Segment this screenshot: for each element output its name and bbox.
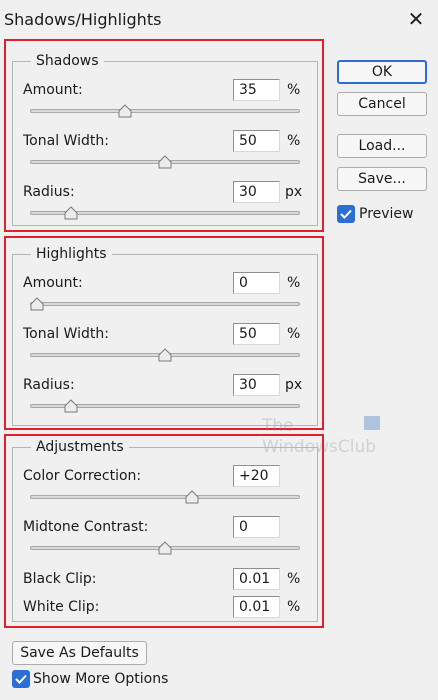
preview-checkbox[interactable] xyxy=(337,205,355,223)
black-clip-label: Black Clip: xyxy=(23,571,97,587)
white-clip-label: White Clip: xyxy=(23,599,100,615)
slider-track xyxy=(30,495,300,499)
shadows-amount-field[interactable]: 35 xyxy=(233,79,280,101)
shadows-radius-label: Radius: xyxy=(23,184,75,200)
shadows-tonal-width-unit: % xyxy=(287,133,301,149)
shadows-tonal-width-field[interactable]: 50 xyxy=(233,130,280,152)
highlights-legend: Highlights xyxy=(31,246,112,262)
shadows-amount-slider[interactable] xyxy=(30,104,300,120)
white-clip-field[interactable]: 0.01 xyxy=(233,596,280,618)
black-clip-field[interactable]: 0.01 xyxy=(233,568,280,590)
checkmark-icon xyxy=(15,674,27,684)
shadows-tonal-width-label: Tonal Width: xyxy=(23,133,109,149)
shadows-amount-unit: % xyxy=(287,82,301,98)
highlights-radius-unit: px xyxy=(285,377,303,393)
shadows-radius-unit: px xyxy=(285,184,303,200)
color-correction-label: Color Correction: xyxy=(23,468,142,484)
white-clip-unit: % xyxy=(287,599,301,615)
checkmark-icon xyxy=(340,209,352,219)
highlights-tonal-width-field[interactable]: 50 xyxy=(233,323,280,345)
black-clip-unit: % xyxy=(287,571,301,587)
shadows-radius-slider[interactable] xyxy=(30,206,300,222)
load-button[interactable]: Load... xyxy=(337,134,427,158)
dialog-title: Shadows/Highlights xyxy=(4,10,162,29)
highlights-tonal-width-unit: % xyxy=(287,326,301,342)
slider-thumb[interactable] xyxy=(64,399,78,413)
show-more-options-checkbox[interactable] xyxy=(12,670,30,688)
color-correction-slider[interactable] xyxy=(30,490,300,506)
midtone-contrast-label: Midtone Contrast: xyxy=(23,519,149,535)
slider-thumb[interactable] xyxy=(185,490,199,504)
adjustments-legend: Adjustments xyxy=(31,439,129,455)
highlights-amount-unit: % xyxy=(287,275,301,291)
save-as-defaults-button[interactable]: Save As Defaults xyxy=(12,641,147,665)
slider-thumb[interactable] xyxy=(158,541,172,555)
slider-thumb[interactable] xyxy=(64,206,78,220)
highlights-amount-field[interactable]: 0 xyxy=(233,272,280,294)
shadows-tonal-width-slider[interactable] xyxy=(30,155,300,171)
cancel-button[interactable]: Cancel xyxy=(337,92,427,116)
slider-thumb[interactable] xyxy=(158,155,172,169)
highlights-tonal-width-slider[interactable] xyxy=(30,348,300,364)
shadows-radius-field[interactable]: 30 xyxy=(233,181,280,203)
highlights-amount-slider[interactable] xyxy=(30,297,300,313)
title-bar: Shadows/Highlights ✕ xyxy=(0,0,438,40)
midtone-contrast-field[interactable]: 0 xyxy=(233,516,280,538)
slider-thumb[interactable] xyxy=(30,297,44,311)
slider-thumb[interactable] xyxy=(158,348,172,362)
color-correction-field[interactable]: +20 xyxy=(233,465,280,487)
highlights-amount-label: Amount: xyxy=(23,275,83,291)
slider-track xyxy=(30,302,300,306)
shadows-legend: Shadows xyxy=(31,53,104,69)
highlights-tonal-width-label: Tonal Width: xyxy=(23,326,109,342)
watermark-logo-icon xyxy=(364,416,380,430)
save-button[interactable]: Save... xyxy=(337,167,427,191)
ok-button[interactable]: OK xyxy=(337,60,427,84)
highlights-radius-field[interactable]: 30 xyxy=(233,374,280,396)
preview-label: Preview xyxy=(359,206,414,222)
midtone-contrast-slider[interactable] xyxy=(30,541,300,557)
highlights-radius-label: Radius: xyxy=(23,377,75,393)
slider-thumb[interactable] xyxy=(118,104,132,118)
shadows-amount-label: Amount: xyxy=(23,82,83,98)
show-more-options-label: Show More Options xyxy=(33,671,169,687)
slider-track xyxy=(30,109,300,113)
close-icon[interactable]: ✕ xyxy=(404,6,428,32)
highlights-radius-slider[interactable] xyxy=(30,399,300,415)
